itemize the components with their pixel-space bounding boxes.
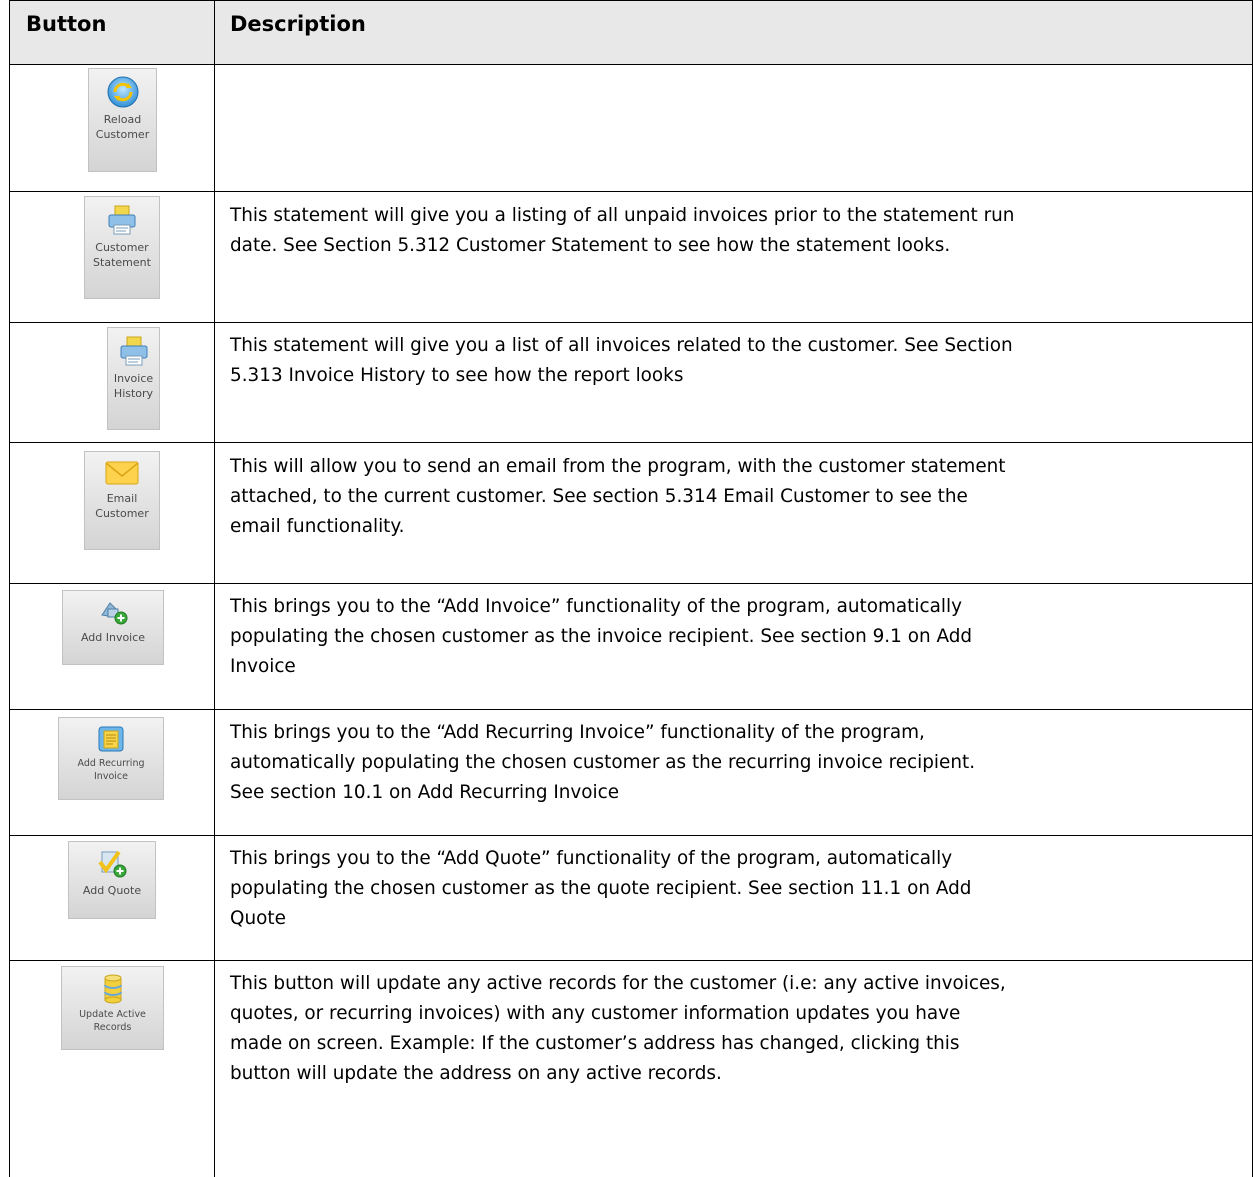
table-header: Button Description xyxy=(9,0,1253,65)
row-divider xyxy=(9,960,1253,961)
add-quote-icon xyxy=(98,850,127,878)
add-quote-label: Add Quote xyxy=(82,884,142,897)
reload-icon xyxy=(107,76,138,108)
invoice-history-label: Invoice History xyxy=(113,372,154,400)
printer-icon xyxy=(120,336,147,366)
envelope-icon xyxy=(105,461,139,485)
invoice-history-description: This statement will give you a list of a… xyxy=(230,335,1013,386)
add-invoice-button[interactable]: Add Invoice xyxy=(62,590,164,665)
email-customer-button[interactable]: Email Customer xyxy=(84,451,160,550)
update-active-records-description: This button will update any active recor… xyxy=(230,973,1006,1084)
add-invoice-icon xyxy=(101,602,128,625)
customer-statement-button[interactable]: Customer Statement xyxy=(84,196,160,299)
add-quote-description: This brings you to the “Add Quote” funct… xyxy=(230,848,972,929)
column-divider xyxy=(214,0,215,1177)
row-divider xyxy=(9,64,1253,65)
update-active-records-button[interactable]: Update Active Records xyxy=(61,966,164,1050)
row-divider xyxy=(9,583,1253,584)
header-button: Button xyxy=(26,12,107,36)
header-description: Description xyxy=(230,12,366,36)
add-recurring-invoice-label: Add Recurring Invoice xyxy=(77,758,145,782)
add-invoice-label: Add Invoice xyxy=(80,631,146,644)
invoice-history-button[interactable]: Invoice History xyxy=(107,327,160,430)
customer-statement-label: Customer Statement xyxy=(93,241,151,269)
email-customer-description: This will allow you to send an email fro… xyxy=(230,456,1006,537)
table-border-top xyxy=(9,0,1253,1)
table-border-left xyxy=(9,0,10,1177)
email-customer-label: Email Customer xyxy=(95,492,149,520)
row-divider xyxy=(9,709,1253,710)
recurring-invoice-icon xyxy=(98,726,124,752)
update-active-records-label: Update Active Records xyxy=(79,1009,146,1033)
add-recurring-invoice-button[interactable]: Add Recurring Invoice xyxy=(58,717,164,800)
add-recurring-invoice-description: This brings you to the “Add Recurring In… xyxy=(230,722,976,803)
customer-statement-description: This statement will give you a listing o… xyxy=(230,205,1015,256)
button-description-table: Button Description Reload Customer Custo… xyxy=(9,0,1253,1177)
printer-icon xyxy=(108,205,136,235)
row-divider xyxy=(9,835,1253,836)
database-icon xyxy=(103,974,122,1004)
row-divider xyxy=(9,322,1253,323)
reload-customer-button[interactable]: Reload Customer xyxy=(88,68,157,172)
row-divider xyxy=(9,442,1253,443)
add-invoice-description: This brings you to the “Add Invoice” fun… xyxy=(230,596,973,677)
add-quote-button[interactable]: Add Quote xyxy=(68,841,156,919)
row-divider xyxy=(9,191,1253,192)
reload-customer-label: Reload Customer xyxy=(95,113,150,141)
